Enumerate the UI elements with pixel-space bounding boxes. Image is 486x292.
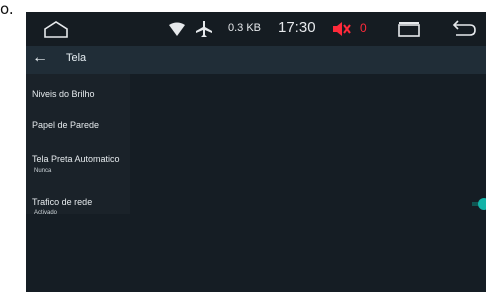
back-arrow-icon[interactable]: ← <box>32 49 48 67</box>
menu-item-trafico[interactable]: Trafico de rede <box>32 197 92 207</box>
net-speed: 0.3 KB <box>228 22 262 34</box>
badge-count: 0 <box>360 21 367 35</box>
recent-apps-icon[interactable] <box>396 20 422 38</box>
menu-item-tela-preta[interactable]: Tela Preta Automatico <box>32 154 120 164</box>
title-bar: ← Tela <box>26 46 486 74</box>
menu-item-trafico-sub: Activado <box>34 210 58 216</box>
page-title: Tela <box>66 52 87 64</box>
page-letter: o. <box>0 0 14 18</box>
menu-item-brilho[interactable]: Niveis do Brilho <box>32 89 95 99</box>
home-icon[interactable] <box>42 18 70 40</box>
status-bar: 0.3 KB 17:30 0 <box>26 12 486 46</box>
trafico-toggle[interactable] <box>478 198 486 210</box>
back-icon[interactable] <box>450 19 478 39</box>
clock: 17:30 <box>278 19 316 36</box>
mute-icon <box>332 21 352 37</box>
menu-item-tela-preta-sub: Nunca <box>34 168 52 174</box>
wifi-icon <box>168 21 186 37</box>
android-screen: 0.3 KB 17:30 0 ← Tela Niveis do Brilho P… <box>26 12 486 292</box>
menu-item-papel[interactable]: Papel de Parede <box>32 120 99 130</box>
settings-menu: Niveis do Brilho Papel de Parede Tela Pr… <box>26 74 130 216</box>
airplane-icon <box>194 19 214 39</box>
